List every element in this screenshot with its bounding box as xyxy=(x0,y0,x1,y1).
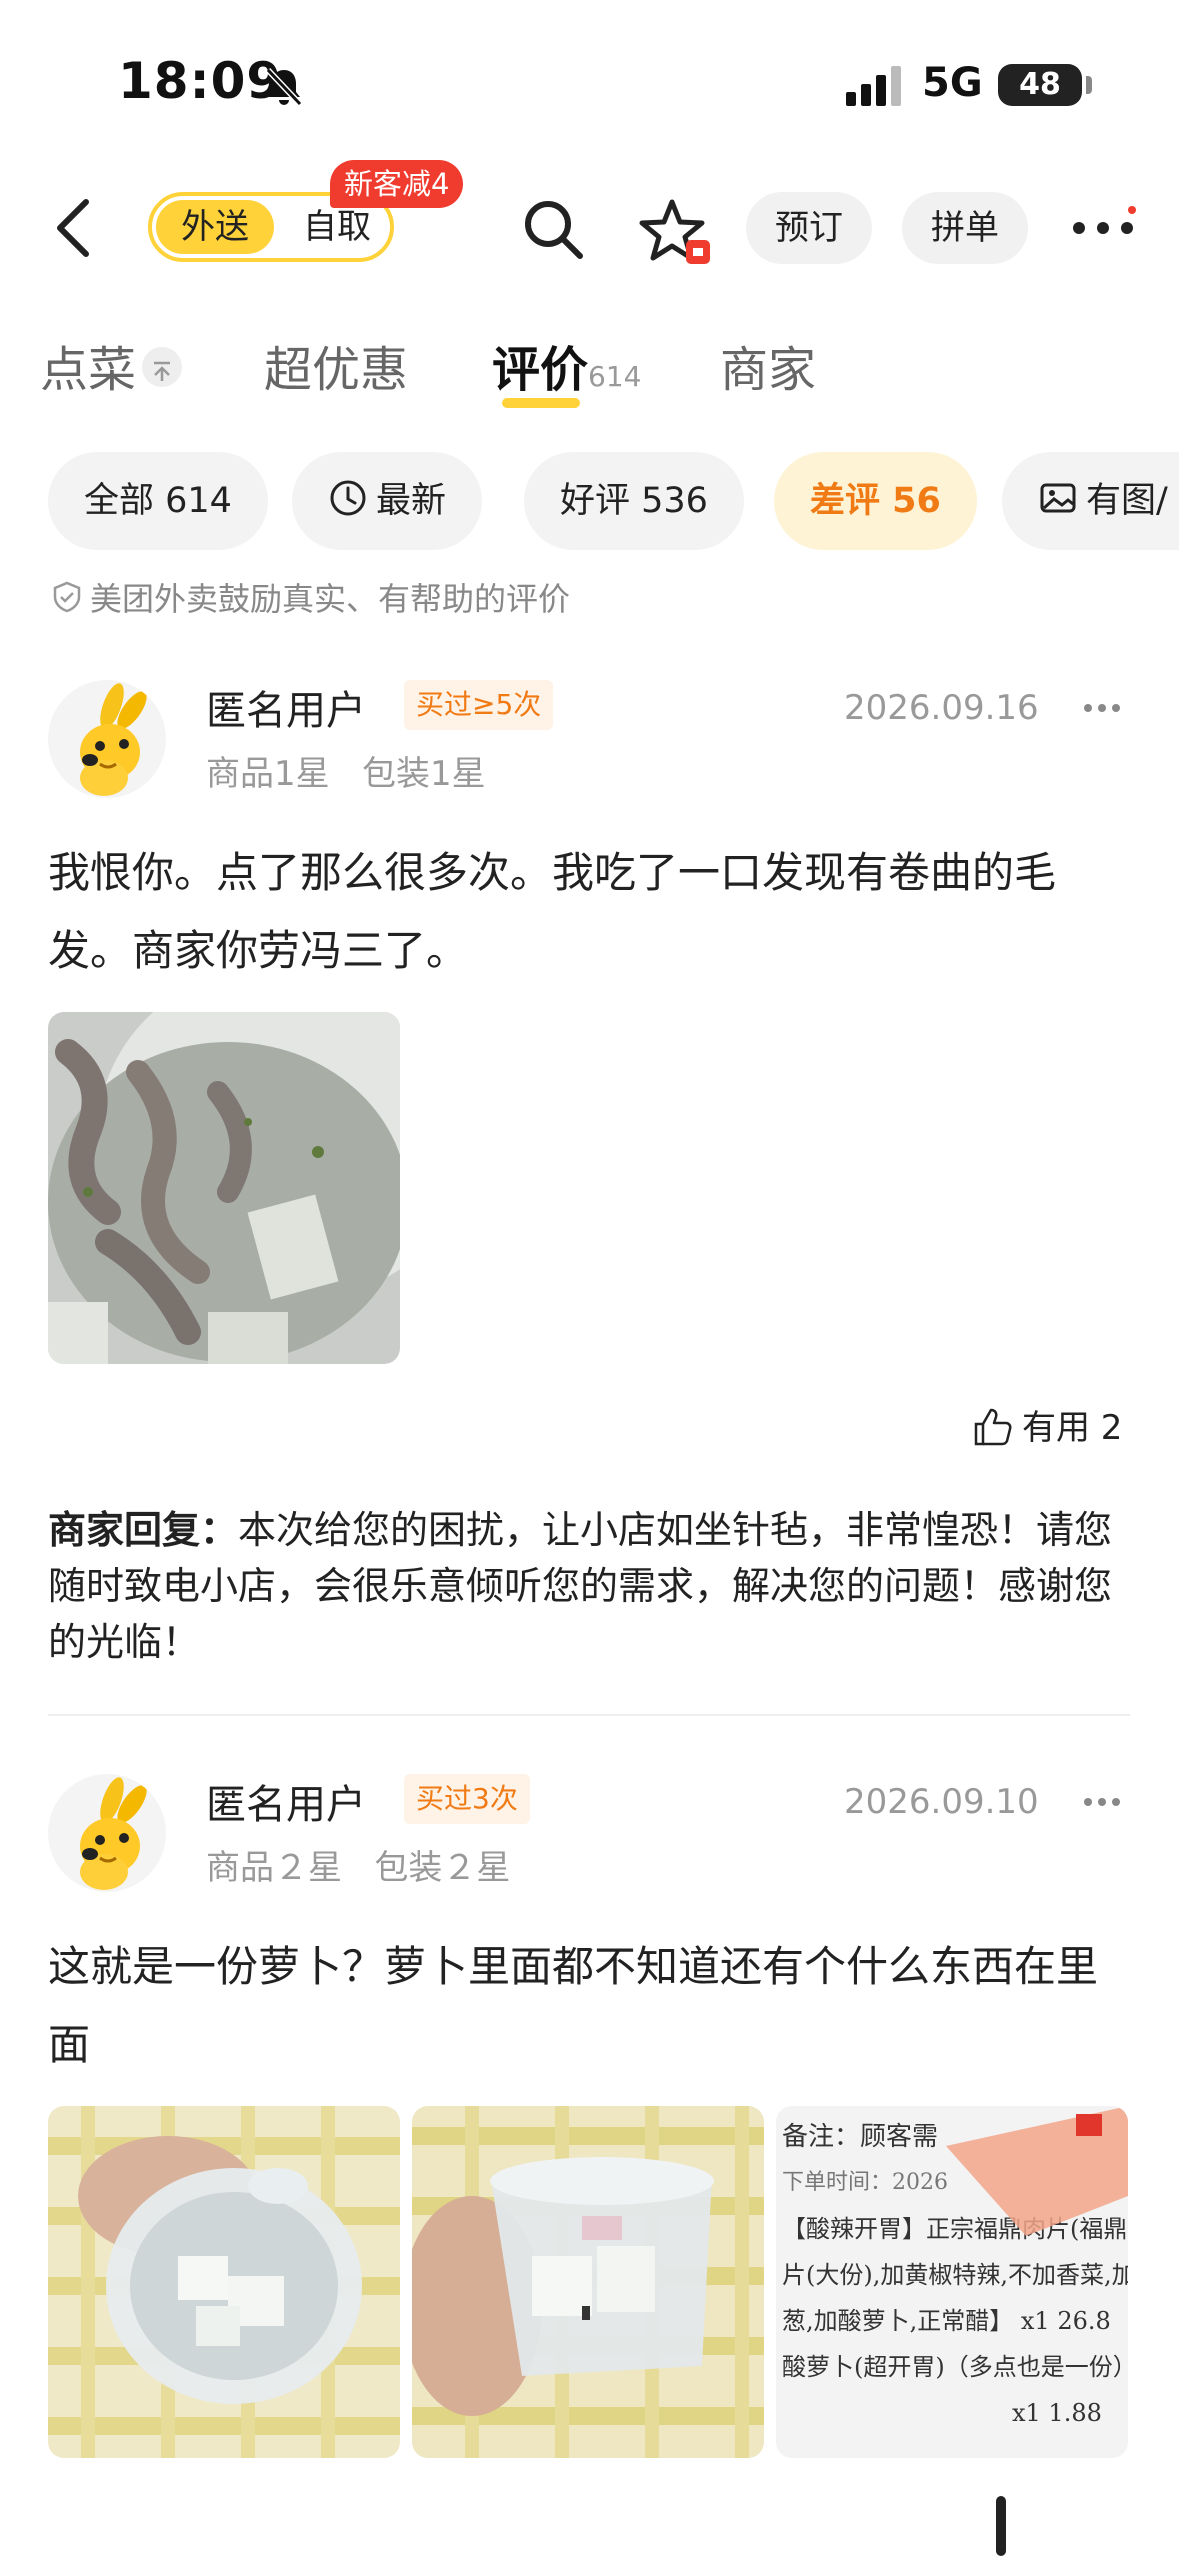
scroll-indicator xyxy=(996,2496,1006,2556)
network-label: 5G xyxy=(922,60,983,106)
tab-reviews-count: 614 xyxy=(588,360,642,393)
receipt-line: 片(大份),加黄椒特辣,不加香菜,加 xyxy=(782,2261,1128,2289)
notice-text: 美团外卖鼓励真实、有帮助的评价 xyxy=(90,580,571,618)
sauce-cup-side-photo xyxy=(412,2106,764,2458)
mode-pickup[interactable]: 自取 xyxy=(288,200,386,254)
collapse-icon[interactable] xyxy=(142,347,183,387)
filter-latest[interactable]: 最新 xyxy=(292,452,483,550)
review-photo[interactable] xyxy=(412,2106,764,2458)
review-ratings: 商品２星 包装２星 xyxy=(206,1848,511,1888)
battery-indicator: 48 xyxy=(998,64,1082,106)
kangaroo-avatar-icon xyxy=(80,683,147,796)
filter-with-photos[interactable]: 有图/ xyxy=(1002,452,1179,550)
favorite-star-icon[interactable] xyxy=(638,196,714,272)
review-date: 2026.09.16 xyxy=(844,688,1039,728)
tab-reviews-label: 评价 xyxy=(492,342,589,398)
review-date: 2026.09.10 xyxy=(844,1782,1039,1822)
reviewer-name: 匿名用户 xyxy=(206,1782,366,1828)
receipt-line: 酸萝卜(超开胃)（多点也是一份） xyxy=(782,2353,1128,2381)
group-order-button[interactable]: 拼单 xyxy=(902,192,1028,264)
review-more-icon[interactable] xyxy=(1082,1796,1122,1808)
kangaroo-avatar-icon xyxy=(80,1777,147,1890)
review-text: 我恨你。点了那么很多次。我吃了一口发现有卷曲的毛发。商家你劳冯三了。 xyxy=(48,848,1057,975)
order-receipt-photo[interactable]: 备注：顾客需 下单时间：2026 【酸辣开胃】正宗福鼎肉片(福鼎肉 片(大份),… xyxy=(776,2106,1128,2458)
shield-check-icon xyxy=(53,581,81,613)
review-ratings: 商品1星 包装1星 xyxy=(206,754,486,794)
status-bar: 18:09 5G 48 xyxy=(0,0,1179,170)
review-policy-notice: 美团外卖鼓励真实、有帮助的评价 xyxy=(50,574,570,620)
more-options-icon[interactable] xyxy=(1070,206,1140,246)
filter-negative[interactable]: 差评 56 xyxy=(774,452,977,550)
filter-all[interactable]: 全部 614 xyxy=(48,452,268,550)
avatar xyxy=(48,680,166,798)
search-icon[interactable] xyxy=(520,196,586,262)
signal-icon xyxy=(846,66,901,106)
tab-deals[interactable]: 超优惠 xyxy=(264,330,408,400)
tab-menu-label: 点菜 xyxy=(40,342,137,398)
receipt-line: x1 1.88 xyxy=(1012,2399,1102,2427)
merchant-reply-label: 商家回复： xyxy=(48,1508,239,1552)
status-time: 18:09 xyxy=(118,52,283,110)
review-photo[interactable] xyxy=(48,2106,400,2458)
receipt-line: 葱,加酸萝卜,正常醋】 x1 26.8 xyxy=(782,2307,1111,2335)
soup-bowl-photo xyxy=(48,1012,400,1364)
useful-label: 有用 2 xyxy=(1022,1408,1123,1448)
mode-delivery[interactable]: 外送 xyxy=(156,200,274,254)
filter-latest-label: 最新 xyxy=(376,481,447,521)
active-tab-indicator xyxy=(502,398,580,408)
battery-tip xyxy=(1086,76,1092,94)
review-photo[interactable] xyxy=(48,1012,400,1364)
avatar xyxy=(48,1774,166,1892)
image-icon xyxy=(1040,483,1076,513)
review-more-icon[interactable] xyxy=(1082,702,1122,714)
new-customer-promo-badge: 新客减4 xyxy=(330,160,464,208)
back-arrow-icon[interactable] xyxy=(50,196,100,260)
clock-icon xyxy=(330,480,366,516)
thumbs-up-icon xyxy=(974,1408,1012,1445)
reviewer-name: 匿名用户 xyxy=(206,688,366,734)
tab-reviews[interactable]: 评价614 xyxy=(492,330,641,400)
review-divider xyxy=(48,1714,1130,1716)
merchant-reply: 商家回复：本次给您的困扰，让小店如坐针毡，非常惶恐！请您随时致电小店，会很乐意倾… xyxy=(48,1502,1138,1670)
tab-menu[interactable]: 点菜 xyxy=(40,330,183,400)
bell-off-icon xyxy=(265,67,303,107)
purchase-count-badge: 买过3次 xyxy=(404,1774,530,1824)
tab-merchant[interactable]: 商家 xyxy=(720,330,816,400)
filter-positive[interactable]: 好评 536 xyxy=(524,452,744,550)
filter-photos-label: 有图/ xyxy=(1086,481,1168,521)
sauce-cup-photo xyxy=(48,2106,400,2458)
useful-button[interactable]: 有用 2 xyxy=(970,1400,1122,1452)
reserve-button[interactable]: 预订 xyxy=(746,192,872,264)
review-text: 这就是一份萝卜？萝卜里面都不知道还有个什么东西在里面 xyxy=(48,1942,1099,2069)
purchase-count-badge: 买过≥5次 xyxy=(404,680,554,730)
hand-wrapper-overlay xyxy=(946,2106,1128,2236)
